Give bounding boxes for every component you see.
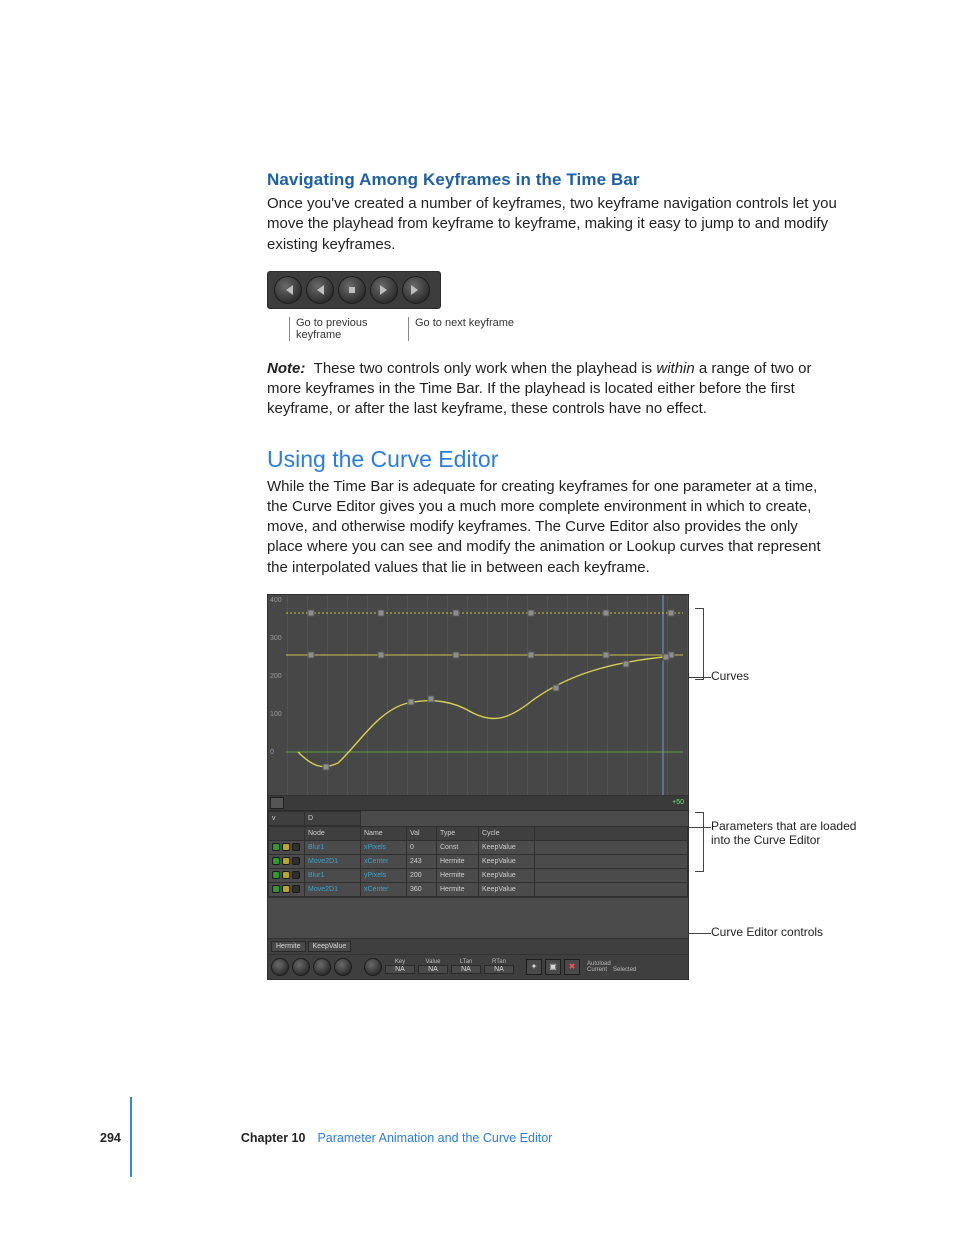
play-forward-button[interactable] [370,276,398,304]
content-column: Navigating Among Keyframes in the Time B… [267,170,837,980]
chapter-title: Parameter Animation and the Curve Editor [317,1131,552,1145]
col-d[interactable]: D [305,811,361,825]
toggle-button[interactable]: ▣ [545,959,561,975]
chapter-label: Chapter 10 [241,1131,306,1145]
margin-rule [130,1097,132,1177]
col-cycle[interactable]: Cycle [479,826,535,840]
callouts-column: Curves Parameters that are loaded into t… [689,594,837,980]
callout-controls: Curve Editor controls [711,926,861,940]
stop-button[interactable] [338,276,366,304]
figure-nav-controls: Go to previous keyframe Go to next keyfr… [267,271,837,341]
key-field[interactable]: KeyNA [385,959,415,974]
interp-mode-row: Hermite KeepValue [268,938,688,955]
autoload-control[interactable]: Autoload CurrentSelected [587,961,636,973]
play-backward-icon [314,284,326,296]
play-backward-button[interactable] [306,276,334,304]
playback-control-strip [267,271,441,309]
caption-next-keyframe: Go to next keyframe [408,317,514,341]
play-forward-icon [378,284,390,296]
toggle-button[interactable]: ✦ [526,959,542,975]
page-footer: 294 Chapter 10 Parameter Animation and t… [100,1131,854,1145]
interp-type-chip[interactable]: Hermite [271,941,306,952]
tool-button[interactable] [313,958,331,976]
go-to-next-keyframe-button[interactable] [402,276,430,304]
stop-icon [346,284,358,296]
param-row[interactable]: Blur1 xPixels 0 Const KeepValue [269,840,688,854]
col-val[interactable]: Val [407,826,437,840]
col-type[interactable]: Type [437,826,479,840]
rtan-field[interactable]: RTanNA [484,959,514,974]
subheading-nav-keyframes: Navigating Among Keyframes in the Time B… [267,170,837,190]
curve-editor-panel: 400 300 200 100 0 [267,594,689,980]
col-node[interactable]: Node [305,826,361,840]
heading-curve-editor: Using the Curve Editor [267,446,837,473]
ltan-field[interactable]: LTanNA [451,959,481,974]
tool-button[interactable] [271,958,289,976]
param-header-row: v D Node [269,811,689,825]
callout-params: Parameters that are loaded into the Curv… [711,820,861,848]
prev-keyframe-icon [282,284,294,296]
para-nav-keyframes: Once you've created a number of keyframe… [267,194,837,255]
callout-curves: Curves [711,670,861,684]
page-number: 294 [100,1131,121,1145]
nav-captions: Go to previous keyframe Go to next keyfr… [267,317,477,341]
parameter-list: v D Node Node Name [268,811,688,898]
delete-button[interactable]: ✖ [564,959,580,975]
tool-button[interactable] [292,958,310,976]
time-ruler[interactable]: +50 [268,796,688,811]
cycle-mode-chip[interactable]: KeepValue [308,941,352,952]
param-spacer [268,898,688,938]
param-row[interactable]: Blur1 yPixels 200 Hermite KeepValue [269,868,688,882]
note-italic-word: within [656,360,694,377]
value-field[interactable]: ValueNA [418,959,448,974]
tool-button[interactable] [334,958,352,976]
scrub-handle[interactable] [270,797,284,809]
col-v[interactable]: v [269,811,305,825]
figure-curve-editor: 400 300 200 100 0 [267,594,837,980]
go-to-prev-keyframe-button[interactable] [274,276,302,304]
param-header-row: Node Name Val Type Cycle [269,826,688,840]
page: Navigating Among Keyframes in the Time B… [0,0,954,1235]
bracket-curves [695,608,704,680]
next-keyframe-icon [410,284,422,296]
note-label: Note: [267,360,305,377]
note-text-before: These two controls only work when the pl… [314,360,653,377]
caption-prev-keyframe: Go to previous keyframe [289,317,386,341]
curves-svg [268,595,688,795]
param-row[interactable]: Move2D1 xCenter 243 Hermite KeepValue [269,854,688,868]
curve-plot-area[interactable]: 400 300 200 100 0 [268,595,688,796]
note-paragraph: Note: These two controls only work when … [267,359,837,420]
time-readout: +50 [672,799,684,806]
bracket-params [695,812,704,872]
tool-button[interactable] [364,958,382,976]
curve-editor-controls: KeyNA ValueNA LTanNA RTanNA ✦ ▣ ✖ Autolo… [268,955,688,979]
col-name[interactable]: Name [361,826,407,840]
para-curve-editor: While the Time Bar is adequate for creat… [267,477,837,578]
param-row[interactable]: Move2D1 xCenter 360 Hermite KeepValue [269,882,688,896]
